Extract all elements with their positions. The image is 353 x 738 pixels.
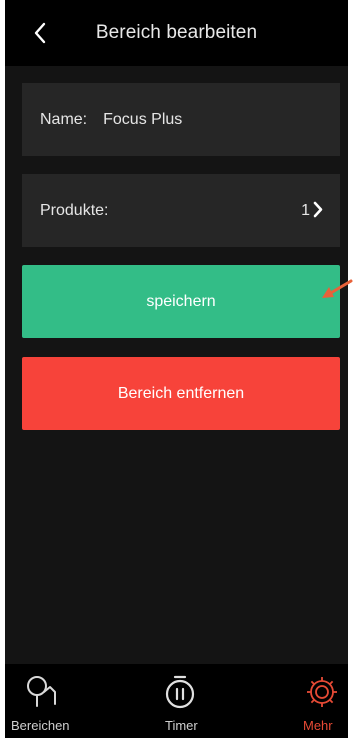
tab-areas[interactable]: Bereichen [5,664,85,738]
gear-icon [307,677,337,707]
tab-more-label: Mehr [303,718,333,733]
tab-areas-label: Bereichen [11,718,70,733]
products-row[interactable]: Produkte: 1 [22,174,340,247]
name-row[interactable]: Name: Focus Plus [22,83,340,156]
products-label: Produkte: [40,201,109,219]
tab-more[interactable]: Mehr [293,664,348,738]
stopwatch-icon [165,675,195,709]
save-button[interactable]: speichern [22,265,340,338]
chevron-right-icon [313,201,323,218]
products-count: 1 [301,201,310,219]
tab-bar: Bereichen Timer Mehr [5,664,348,738]
remove-area-button[interactable]: Bereich entfernen [22,357,340,430]
areas-pin-icon [27,676,56,707]
name-label: Name: [40,110,88,128]
back-button[interactable] [27,18,53,48]
header-bar: Bereich bearbeiten [5,0,348,66]
chevron-left-icon [34,22,46,44]
tab-timer-label: Timer [165,718,198,733]
tab-timer[interactable]: Timer [145,664,215,738]
page-title: Bereich bearbeiten [95,22,258,43]
app-screen: Bereich bearbeiten Name: Focus Plus Prod… [5,0,348,738]
name-value: Focus Plus [103,110,183,128]
